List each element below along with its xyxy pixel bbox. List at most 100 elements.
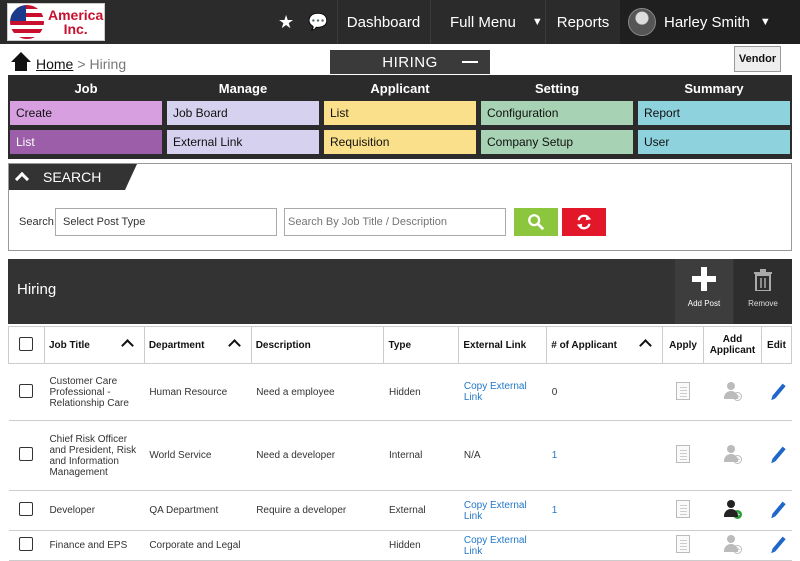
- logo-line1: America: [48, 7, 104, 23]
- col-edit: Edit: [760, 326, 793, 364]
- user-name: Harley Smith: [664, 13, 750, 31]
- breadcrumb-home[interactable]: Home: [36, 56, 73, 72]
- breadcrumb-separator: >: [77, 56, 86, 72]
- breadcrumb: Home > Hiring: [10, 48, 126, 72]
- menu-manage-external-link[interactable]: External Link: [167, 130, 319, 154]
- menu-header-setting: Setting: [534, 80, 580, 96]
- col-job-title[interactable]: Job Title: [43, 326, 145, 364]
- menu-manage-job-board[interactable]: Job Board: [167, 101, 319, 125]
- user-menu[interactable]: Harley Smith ▼: [620, 0, 800, 44]
- cell-description: Need a developer: [251, 420, 384, 491]
- pencil-icon[interactable]: [772, 501, 787, 517]
- collapse-minus-icon[interactable]: [462, 61, 478, 63]
- document-icon[interactable]: [676, 445, 691, 463]
- company-logo[interactable]: America Inc.: [7, 3, 105, 41]
- copy-external-link[interactable]: Copy External Link: [458, 530, 547, 561]
- row-checkbox[interactable]: [19, 447, 34, 461]
- add-user-icon[interactable]: +: [722, 534, 743, 554]
- remove-button[interactable]: Remove: [734, 259, 792, 324]
- copy-external-link[interactable]: Copy External Link: [458, 363, 547, 421]
- menu-header-summary: Summary: [684, 80, 744, 96]
- pencil-icon[interactable]: [772, 383, 787, 398]
- cell-description: [251, 530, 384, 561]
- row-checkbox[interactable]: [19, 502, 34, 516]
- refresh-icon: [576, 214, 592, 230]
- module-menu: Job Manage Applicant Setting Summary Cre…: [8, 75, 792, 159]
- cell-department: Corporate and Legal: [144, 530, 252, 561]
- sort-up-icon[interactable]: [639, 339, 652, 352]
- sort-up-icon[interactable]: [227, 339, 241, 352]
- cell-type: External: [383, 490, 459, 531]
- menu-applicant-requisition[interactable]: Requisition: [324, 130, 476, 154]
- select-all-checkbox[interactable]: [8, 326, 45, 364]
- table-row: Developer QA Department Require a develo…: [8, 490, 792, 531]
- col-description: Description: [250, 326, 385, 364]
- top-navbar: America Inc. ★ 💬 Dashboard Full Menu ▼ R…: [0, 0, 800, 44]
- search-panel-tab[interactable]: SEARCH: [9, 164, 137, 190]
- cell-description: Need a employee: [251, 363, 384, 421]
- avatar: [628, 8, 656, 36]
- add-user-icon[interactable]: +: [722, 444, 743, 464]
- table-row: Finance and EPS Corporate and Legal Hidd…: [8, 530, 792, 561]
- flag-logo-icon: [10, 5, 44, 39]
- cell-applicant-count[interactable]: 1: [546, 420, 663, 491]
- menu-applicant-list[interactable]: List: [324, 101, 476, 125]
- col-department[interactable]: Department: [143, 326, 252, 364]
- search-icon: [528, 214, 545, 231]
- search-panel: SEARCH Search: Select Post Type: [8, 163, 792, 251]
- nav-dashboard[interactable]: Dashboard: [337, 0, 429, 44]
- cell-job-title: Customer Care Professional - Relationshi…: [44, 363, 145, 421]
- chat-icon[interactable]: 💬: [308, 12, 328, 32]
- trash-icon: [754, 269, 772, 291]
- menu-summary-user[interactable]: User: [638, 130, 790, 154]
- menu-job-list[interactable]: List: [10, 130, 162, 154]
- home-icon[interactable]: [10, 52, 32, 72]
- cell-applicant-count[interactable]: 1: [546, 490, 663, 531]
- menu-setting-company-setup[interactable]: Company Setup: [481, 130, 633, 154]
- cell-applicant-count: 0: [546, 363, 663, 421]
- copy-external-link[interactable]: Copy External Link: [458, 490, 547, 531]
- col-applicant-count[interactable]: # of Applicant: [546, 326, 664, 364]
- table-row: Customer Care Professional - Relationshi…: [8, 363, 792, 421]
- col-apply: Apply: [662, 326, 704, 364]
- cell-job-title: Finance and EPS: [44, 530, 145, 561]
- sort-up-icon[interactable]: [120, 339, 134, 352]
- menu-job-create[interactable]: Create: [10, 101, 162, 125]
- cell-description: Require a developer: [251, 490, 384, 531]
- nav-reports[interactable]: Reports: [545, 0, 620, 44]
- plus-icon: [692, 267, 716, 291]
- add-user-icon[interactable]: +: [722, 381, 743, 401]
- post-type-select[interactable]: Select Post Type: [55, 208, 277, 236]
- col-type: Type: [383, 326, 460, 364]
- search-label: Search:: [19, 216, 57, 228]
- cell-type: Internal: [383, 420, 459, 491]
- add-post-button[interactable]: Add Post: [675, 259, 733, 324]
- cell-department: QA Department: [144, 490, 252, 531]
- pencil-icon[interactable]: [772, 446, 787, 462]
- add-user-icon[interactable]: +: [722, 499, 743, 519]
- reset-button[interactable]: [562, 208, 606, 236]
- breadcrumb-current: Hiring: [89, 56, 127, 72]
- row-checkbox[interactable]: [19, 383, 34, 398]
- document-icon[interactable]: [676, 381, 691, 400]
- nav-full-menu[interactable]: Full Menu ▼: [430, 0, 544, 44]
- document-icon[interactable]: [676, 500, 691, 518]
- star-icon[interactable]: ★: [278, 12, 294, 33]
- chevron-up-icon: [14, 171, 30, 187]
- keyword-search-input[interactable]: [284, 208, 506, 236]
- document-icon[interactable]: [676, 535, 691, 553]
- table-row: Chief Risk Officer and President, Risk a…: [8, 420, 792, 491]
- cell-job-title: Developer: [44, 490, 145, 531]
- menu-setting-configuration[interactable]: Configuration: [481, 101, 633, 125]
- logo-line2: Inc.: [63, 21, 88, 37]
- cell-department: Human Resource: [144, 363, 252, 421]
- cell-job-title: Chief Risk Officer and President, Risk a…: [44, 420, 145, 491]
- search-button[interactable]: [514, 208, 558, 236]
- hiring-panel-tab[interactable]: HIRING: [330, 50, 490, 74]
- row-checkbox[interactable]: [19, 537, 34, 551]
- cell-applicant-count: [546, 530, 663, 561]
- menu-summary-report[interactable]: Report: [638, 101, 790, 125]
- vendor-button[interactable]: Vendor: [734, 46, 781, 72]
- pencil-icon[interactable]: [772, 536, 787, 552]
- cell-type: Hidden: [383, 363, 459, 421]
